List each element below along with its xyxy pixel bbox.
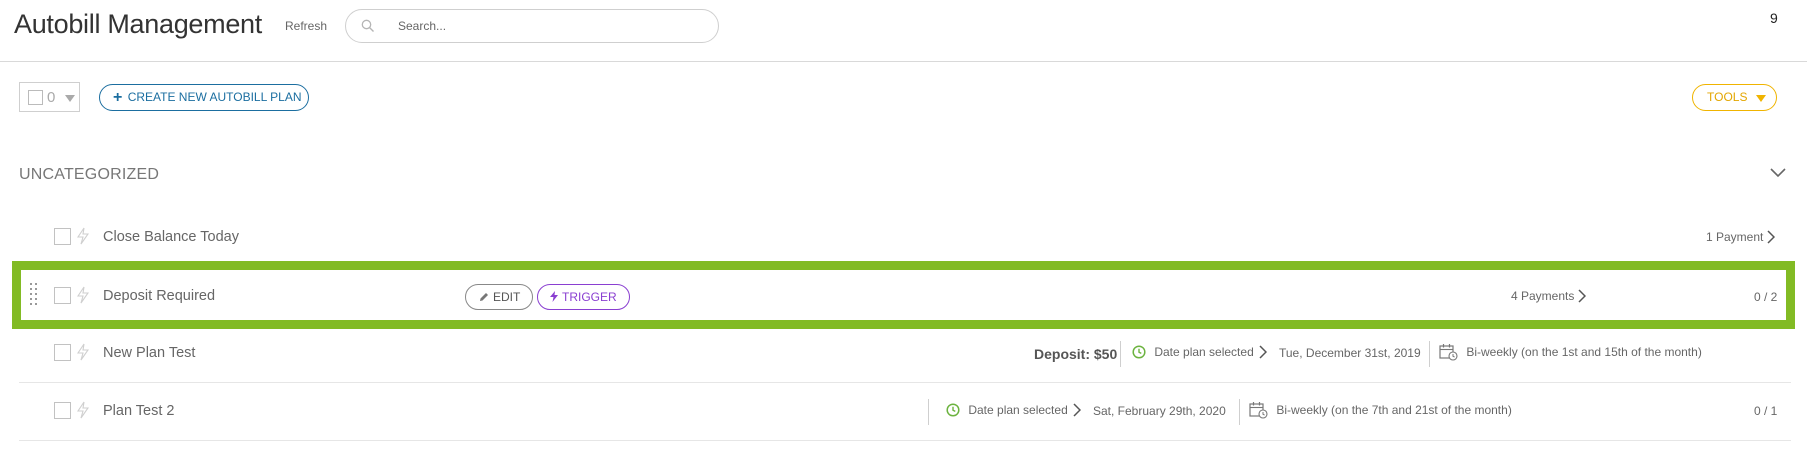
refresh-link[interactable]: Refresh	[285, 19, 327, 33]
schedule: Bi-weekly (on the 7th and 21st of the mo…	[1249, 401, 1512, 419]
search-box[interactable]	[345, 9, 719, 43]
header-bar: Autobill Management Refresh 9	[0, 0, 1807, 62]
bolt-icon	[77, 401, 89, 419]
row-checkbox[interactable]	[54, 228, 71, 245]
pencil-icon	[480, 293, 488, 301]
schedule: Bi-weekly (on the 1st and 15th of the mo…	[1439, 343, 1702, 361]
start-mode: Date plan selected	[946, 403, 1068, 417]
caret-down-icon	[65, 95, 75, 102]
plus-icon: +	[113, 89, 123, 106]
clock-icon	[946, 403, 960, 417]
tools-button[interactable]: TOOLS	[1692, 84, 1777, 111]
payments-count: 1 Payment	[1706, 230, 1764, 244]
start-mode-label: Date plan selected	[968, 403, 1068, 417]
start-mode: Date plan selected	[1132, 345, 1254, 359]
create-button-label: CREATE NEW AUTOBILL PLAN	[127, 90, 302, 104]
row-checkbox[interactable]	[54, 344, 71, 361]
schedule-label: Bi-weekly (on the 7th and 21st of the mo…	[1276, 403, 1512, 417]
deposit-amount: Deposit: $50	[1034, 346, 1118, 362]
divider	[928, 399, 929, 425]
drag-handle-icon[interactable]	[30, 283, 40, 305]
trigger-button[interactable]: TRIGGER	[537, 284, 630, 310]
divider	[1239, 399, 1240, 425]
notification-count[interactable]: 9	[1770, 10, 1778, 26]
bolt-icon	[550, 291, 558, 302]
row-checkbox[interactable]	[54, 402, 71, 419]
bulk-select-dropdown[interactable]: 0	[19, 82, 80, 112]
chevron-right-icon	[1767, 230, 1776, 244]
bolt-icon	[77, 343, 89, 361]
completion-ratio: 0 / 2	[1754, 290, 1778, 304]
plan-row[interactable]: Close Balance Today 1 Payment	[19, 211, 1791, 268]
plan-name[interactable]: Plan Test 2	[103, 403, 174, 419]
calendar-icon	[1439, 344, 1458, 361]
divider	[1120, 341, 1121, 367]
chevron-right-icon	[1259, 345, 1267, 359]
selected-count: 0	[47, 89, 56, 106]
plan-row[interactable]: Plan Test 2 Date plan selected Sat, Febr…	[19, 383, 1791, 441]
trigger-button-label: TRIGGER	[562, 290, 617, 304]
plan-row[interactable]: New Plan Test Deposit: $50 Date plan sel…	[19, 325, 1791, 383]
start-date: Tue, December 31st, 2019	[1279, 346, 1421, 360]
row-checkbox[interactable]	[54, 287, 71, 304]
section-title: UNCATEGORIZED	[19, 166, 160, 183]
select-all-checkbox[interactable]	[28, 90, 43, 105]
bolt-icon	[77, 227, 89, 245]
schedule-label: Bi-weekly (on the 1st and 15th of the mo…	[1466, 345, 1702, 359]
edit-button[interactable]: EDIT	[465, 284, 533, 310]
caret-down-icon	[1756, 95, 1766, 102]
calendar-icon	[1249, 402, 1268, 419]
search-icon	[361, 19, 374, 32]
payments-count: 4 Payments	[1511, 289, 1575, 303]
clock-icon	[1132, 345, 1146, 359]
plan-name[interactable]: Close Balance Today	[103, 229, 239, 245]
divider	[1429, 341, 1430, 367]
page-title: Autobill Management	[14, 9, 262, 39]
search-input[interactable]	[396, 17, 696, 35]
plan-name[interactable]: Deposit Required	[103, 288, 215, 304]
completion-ratio: 0 / 1	[1754, 404, 1778, 418]
chevron-right-icon	[1073, 403, 1081, 417]
payments-link[interactable]: 1 Payment	[1706, 230, 1776, 244]
payments-link[interactable]: 4 Payments	[1511, 289, 1587, 303]
create-autobill-plan-button[interactable]: + CREATE NEW AUTOBILL PLAN	[99, 84, 309, 111]
edit-button-label: EDIT	[493, 290, 521, 304]
chevron-right-icon	[1578, 289, 1587, 303]
tools-button-label: TOOLS	[1707, 90, 1748, 104]
plan-name[interactable]: New Plan Test	[103, 345, 195, 361]
chevron-down-icon[interactable]	[1769, 167, 1787, 179]
bolt-icon	[77, 286, 89, 304]
start-date: Sat, February 29th, 2020	[1093, 404, 1226, 418]
start-mode-label: Date plan selected	[1154, 345, 1254, 359]
